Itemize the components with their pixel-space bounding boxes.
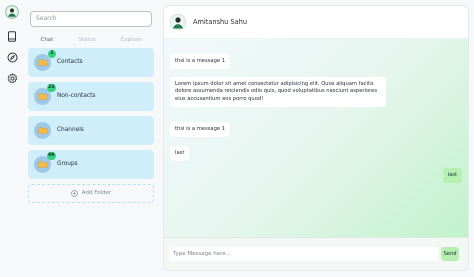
user-avatar[interactable]	[5, 5, 19, 19]
folder-name: Groups	[57, 161, 78, 167]
message-input[interactable]	[169, 247, 438, 261]
folder-icon	[37, 161, 48, 168]
message-bubble-incoming: last	[170, 146, 190, 162]
folder-name: Contacts	[57, 59, 83, 65]
chat-list-panel: Chat Status Explore 2 Contacts	[28, 5, 154, 271]
message-bubble-incoming: Lorem ipsum dolor sit amet consectetur a…	[170, 77, 386, 108]
explore-button[interactable]	[5, 50, 19, 64]
settings-button[interactable]	[5, 71, 19, 85]
chat-panel: Amitanshu Sahu thsi is a message 1 Lorem…	[163, 5, 469, 271]
unread-badge: 99	[46, 151, 56, 160]
contact-avatar[interactable]	[170, 14, 186, 30]
person-icon	[170, 14, 186, 30]
folder-icon	[37, 93, 48, 100]
folder-item-channels[interactable]: Channels	[28, 115, 154, 145]
sidebar-tabs: Chat Status Explore	[28, 34, 154, 46]
folder-icon	[37, 59, 48, 66]
folder-name: Channels	[57, 127, 84, 133]
folder-item-groups[interactable]: 99 Groups	[28, 149, 154, 179]
message-list: thsi is a message 1 Lorem ipsum dolor si…	[164, 39, 468, 237]
book-button[interactable]	[5, 29, 19, 43]
tab-status[interactable]: Status	[78, 37, 96, 43]
person-icon	[6, 6, 18, 18]
tab-chat[interactable]: Chat	[40, 37, 53, 43]
compass-icon	[7, 52, 17, 62]
chat-header: Amitanshu Sahu	[164, 6, 468, 39]
folder-avatar: 99	[34, 151, 56, 173]
message-composer: Send	[164, 237, 468, 270]
tab-explore[interactable]: Explore	[121, 37, 142, 43]
folder-avatar: 2	[34, 49, 56, 71]
settings-icon	[7, 72, 17, 83]
add-folder-button[interactable]: Add Folder	[28, 183, 154, 203]
message-bubble-outgoing: last	[442, 168, 462, 184]
search-input[interactable]	[30, 10, 152, 27]
folder-item-contacts[interactable]: 2 Contacts	[28, 47, 154, 77]
unread-badge: 2	[48, 49, 56, 58]
folder-list: 2 Contacts 23 Non-contacts Channels 99 G…	[28, 47, 154, 179]
folder-item-non-contacts[interactable]: 23 Non-contacts	[28, 81, 154, 111]
book-icon	[8, 30, 16, 42]
icon-rail	[0, 0, 24, 277]
message-bubble-incoming: thsi is a message 1	[170, 122, 230, 138]
add-folder-label: Add Folder	[81, 190, 112, 196]
send-button[interactable]: Send	[441, 247, 459, 261]
folder-avatar: 23	[34, 83, 56, 105]
folder-icon	[37, 127, 48, 134]
folder-avatar	[34, 121, 51, 139]
message-bubble-incoming: thsi is a message 1	[170, 54, 230, 70]
add-circle-icon	[70, 189, 78, 197]
unread-badge: 23	[46, 83, 56, 92]
folder-name: Non-contacts	[57, 93, 96, 99]
contact-name: Amitanshu Sahu	[193, 18, 248, 26]
